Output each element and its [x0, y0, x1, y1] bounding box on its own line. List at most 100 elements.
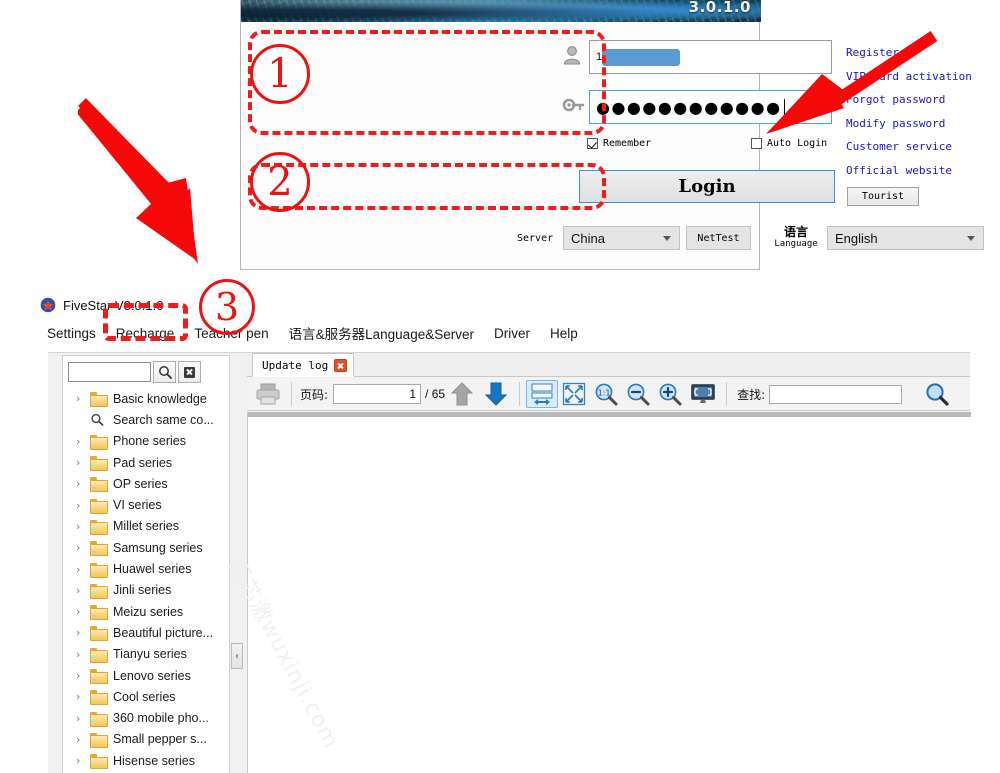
tree-item[interactable]: › Pad series: [63, 452, 229, 473]
link-customer-service[interactable]: Customer service: [846, 135, 986, 159]
close-icon[interactable]: [334, 358, 348, 372]
chevron-right-icon[interactable]: ›: [76, 649, 86, 660]
checkbox-box-checked[interactable]: [587, 138, 598, 149]
language-select[interactable]: English: [827, 226, 984, 250]
server-select[interactable]: China: [563, 226, 680, 250]
tree-item-label: Tianyu series: [113, 647, 187, 662]
fullscreen-button[interactable]: [686, 380, 720, 408]
menu-item-settings[interactable]: Settings: [47, 326, 96, 341]
find-input[interactable]: [769, 384, 903, 404]
password-input[interactable]: ●●●●●●●●●●●●: [589, 90, 832, 124]
tree-item[interactable]: › Millet series: [63, 516, 229, 537]
sidebar-collapse-handle[interactable]: ‹: [231, 643, 243, 669]
menu-item-help[interactable]: Help: [550, 326, 578, 341]
tree-search-button[interactable]: [153, 361, 176, 383]
menu-item-recharge[interactable]: Recharge: [116, 326, 175, 341]
tree-item-label: VI series: [113, 498, 162, 513]
application-window: FiveStar V3.0.1.0 Settings Recharge Teac…: [35, 292, 971, 773]
chevron-right-icon[interactable]: ›: [76, 755, 86, 766]
search-icon: [90, 413, 106, 427]
link-forgot-password[interactable]: Forgot password: [846, 88, 986, 112]
folder-icon: [90, 754, 108, 770]
chevron-right-icon[interactable]: ›: [76, 713, 86, 724]
fit-page-button[interactable]: [558, 380, 590, 408]
toolbar-separator: [519, 382, 521, 406]
tree-item[interactable]: › Cool series: [63, 686, 229, 707]
login-banner-image: 3.0.1.0: [241, 0, 761, 22]
tree-list[interactable]: › Basic knowledge Search same co... › Phone …: [63, 388, 229, 773]
link-modify-password[interactable]: Modify password: [846, 112, 986, 136]
tourist-button[interactable]: Tourist: [847, 187, 919, 206]
chevron-right-icon[interactable]: ›: [76, 670, 86, 681]
login-button[interactable]: Login: [579, 170, 835, 203]
find-search-button[interactable]: [920, 380, 954, 408]
tree-item[interactable]: Search same co...: [63, 409, 229, 430]
login-links-column: Register VIP card activation Forgot pass…: [846, 41, 986, 182]
chevron-right-icon[interactable]: ›: [76, 606, 86, 617]
folder-icon: [90, 477, 108, 493]
app-logo-icon: [40, 297, 56, 313]
tree-item-label: Pad series: [113, 455, 173, 470]
zoom-out-button[interactable]: [622, 380, 654, 408]
server-label: Server: [517, 233, 554, 244]
tab-update-log[interactable]: Update log: [252, 353, 355, 377]
document-viewer[interactable]: 无芯激wuxinji.com 无芯激wuxinji.com All 2D pic…: [223, 412, 971, 773]
tree-search-row: [68, 361, 201, 383]
tree-item[interactable]: › 360 mobile pho...: [63, 707, 229, 728]
tree-item[interactable]: › VI series: [63, 494, 229, 515]
remember-checkbox[interactable]: Remember: [587, 138, 651, 149]
link-register[interactable]: Register: [846, 41, 986, 65]
tree-clear-button[interactable]: [178, 361, 201, 383]
chevron-down-icon: [663, 236, 671, 241]
tree-item-label: Small pepper s...: [113, 732, 207, 747]
chevron-right-icon[interactable]: ›: [76, 564, 86, 575]
tree-item[interactable]: › Tianyu series: [63, 644, 229, 665]
chevron-right-icon[interactable]: ›: [76, 542, 86, 553]
previous-page-button[interactable]: [445, 380, 479, 408]
language-select-value: English: [835, 230, 878, 246]
nettest-button[interactable]: NetTest: [686, 226, 751, 250]
chevron-right-icon[interactable]: ›: [76, 457, 86, 468]
chevron-right-icon[interactable]: ›: [76, 734, 86, 745]
next-page-button[interactable]: [479, 380, 513, 408]
chevron-right-icon[interactable]: ›: [76, 691, 86, 702]
username-row: 1wuxinji: [561, 40, 832, 74]
link-official-website[interactable]: Official website: [846, 159, 986, 183]
user-icon: [561, 42, 585, 72]
checkbox-box-unchecked[interactable]: [751, 138, 762, 149]
tree-item[interactable]: › Basic knowledge: [63, 388, 229, 409]
chevron-right-icon[interactable]: ›: [76, 436, 86, 447]
tree-item[interactable]: › Beautiful picture...: [63, 622, 229, 643]
auto-login-checkbox[interactable]: Auto Login: [751, 138, 827, 149]
chevron-right-icon[interactable]: ›: [76, 521, 86, 532]
menu-item-language-server[interactable]: 语言&服务器Language&Server: [289, 323, 474, 343]
annotation-marker-1: 1: [250, 44, 310, 104]
chevron-right-icon[interactable]: ›: [76, 627, 86, 638]
fit-width-button[interactable]: [526, 380, 559, 408]
zoom-actual-size-button[interactable]: 1:1: [590, 380, 622, 408]
print-button[interactable]: [251, 380, 285, 408]
tree-item[interactable]: › Samsung series: [63, 537, 229, 558]
tree-item[interactable]: › Huawel series: [63, 558, 229, 579]
page-number-input[interactable]: 1: [333, 384, 422, 404]
tree-item[interactable]: › Jinli series: [63, 580, 229, 601]
tree-item[interactable]: › Phone series: [63, 431, 229, 452]
chevron-right-icon[interactable]: ›: [76, 478, 86, 489]
tree-search-input[interactable]: [68, 362, 151, 382]
page-number-label: 页码:: [300, 387, 329, 402]
username-input[interactable]: 1wuxinji: [589, 40, 832, 74]
folder-icon: [90, 392, 108, 408]
tree-item[interactable]: › Lenovo series: [63, 665, 229, 686]
link-vip-card-activation[interactable]: VIP card activation: [846, 65, 986, 89]
chevron-right-icon[interactable]: ›: [76, 393, 86, 404]
chevron-right-icon[interactable]: ›: [76, 500, 86, 511]
tree-item[interactable]: › OP series: [63, 473, 229, 494]
tree-item-label: Jinli series: [113, 583, 172, 598]
horizontal-scrollbar[interactable]: [248, 412, 971, 417]
tree-item[interactable]: › Hisense series: [63, 750, 229, 771]
tree-item[interactable]: › Small pepper s...: [63, 729, 229, 750]
zoom-in-button[interactable]: [654, 380, 686, 408]
menu-item-driver[interactable]: Driver: [494, 326, 530, 341]
tree-item[interactable]: › Meizu series: [63, 601, 229, 622]
chevron-right-icon[interactable]: ›: [76, 585, 86, 596]
